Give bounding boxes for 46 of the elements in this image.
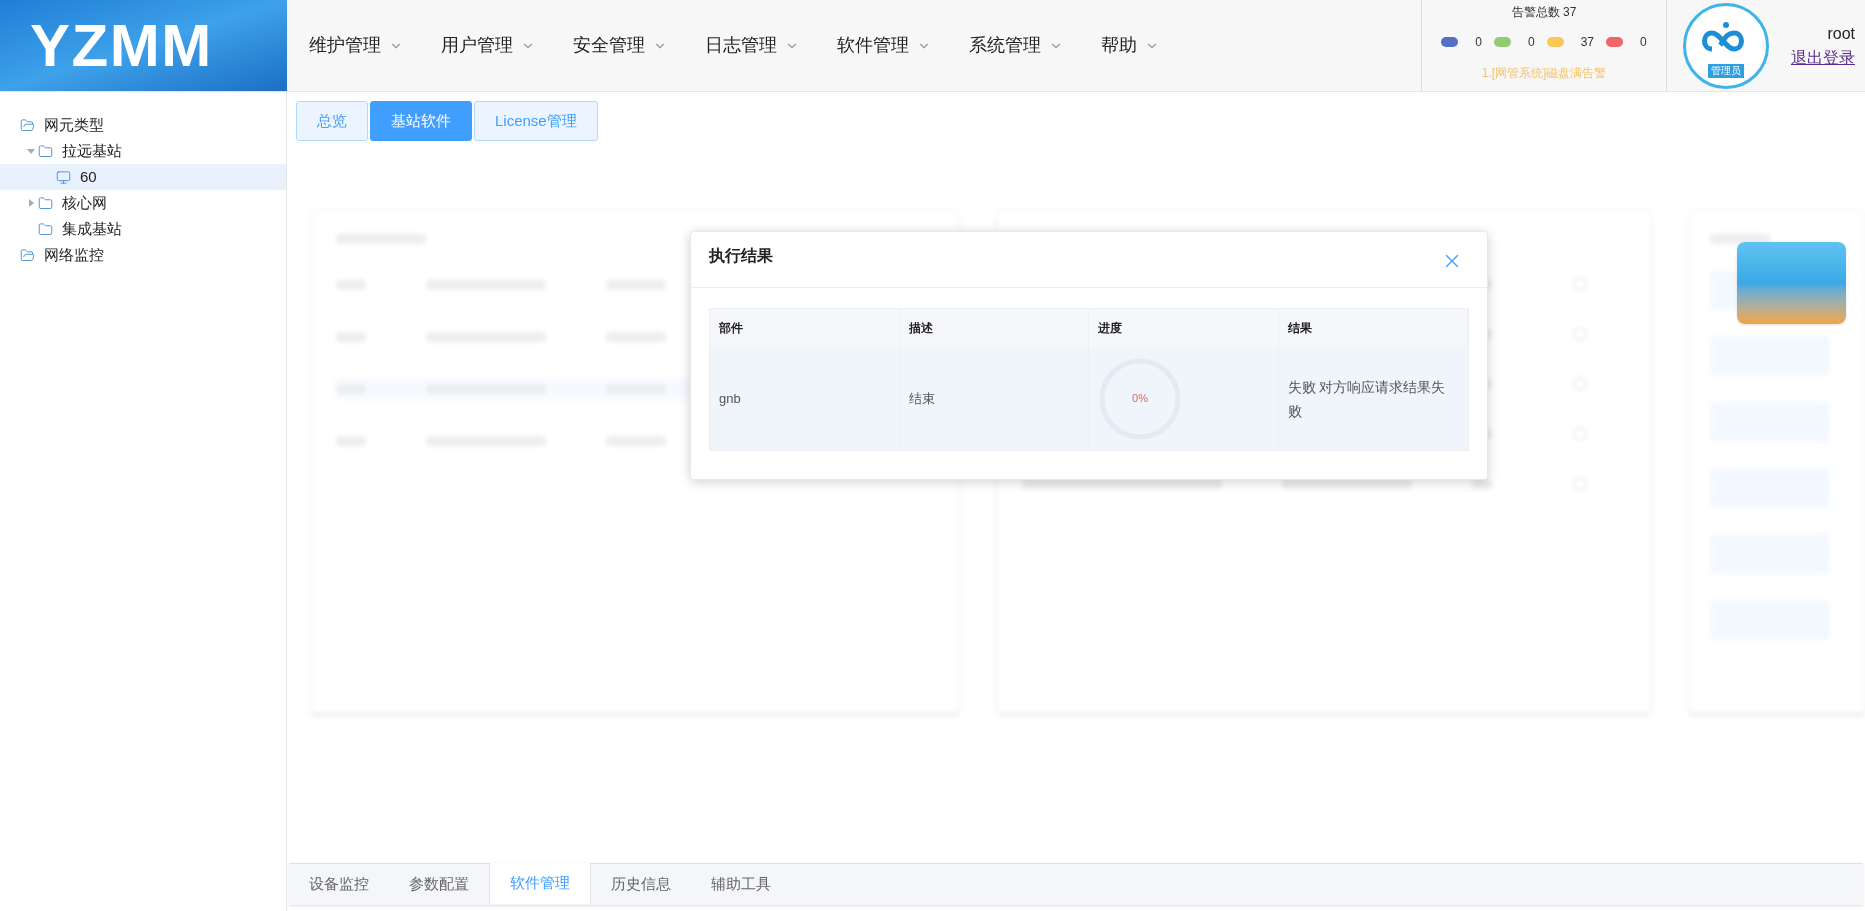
nav-menu[interactable]: 软件管理 bbox=[837, 32, 931, 59]
tree-item[interactable]: 网络监控 bbox=[0, 242, 286, 268]
nav-menu[interactable]: 用户管理 bbox=[441, 32, 535, 59]
column-header: 部件 bbox=[710, 309, 900, 347]
tree-item[interactable]: 60 bbox=[0, 164, 286, 190]
tree-item[interactable]: 拉远基站 bbox=[0, 138, 286, 164]
bottom-tab[interactable]: 辅助工具 bbox=[691, 864, 791, 905]
tree-label: 集成基站 bbox=[62, 218, 122, 239]
tree-item[interactable]: 集成基站 bbox=[0, 216, 286, 242]
alarm-total: 告警总数 37 bbox=[1511, 4, 1577, 21]
logo-text: YZMM bbox=[30, 15, 213, 76]
bottom-tab[interactable]: 设备监控 bbox=[289, 864, 389, 905]
logout-link[interactable]: 退出登录 bbox=[1791, 45, 1855, 70]
monitor-icon bbox=[56, 169, 71, 185]
dialog-title: 执行结果 bbox=[709, 246, 773, 266]
tree-label: 拉远基站 bbox=[62, 140, 122, 161]
nav-menu[interactable]: 帮助 bbox=[1101, 32, 1159, 59]
alarm-count: 0 bbox=[1475, 34, 1482, 51]
tree-label: 网元类型 bbox=[44, 114, 104, 135]
alarm-count: 0 bbox=[1527, 34, 1535, 51]
tree-label: 网络监控 bbox=[44, 244, 104, 265]
alarm-count: 0 bbox=[1640, 34, 1647, 51]
user-name: root bbox=[1827, 23, 1855, 44]
collapsed-caret-icon[interactable] bbox=[28, 199, 34, 207]
folder-icon bbox=[38, 221, 53, 237]
expanded-caret-icon[interactable] bbox=[27, 148, 35, 154]
alarm-count: 37 bbox=[1580, 34, 1594, 51]
folder-icon bbox=[20, 117, 35, 133]
bottom-tab[interactable]: 历史信息 bbox=[591, 864, 691, 905]
tree-label: 核心网 bbox=[62, 192, 107, 213]
folder-icon bbox=[38, 143, 53, 159]
nav-menu[interactable]: 系统管理 bbox=[969, 32, 1063, 59]
nav-menu[interactable]: 日志管理 bbox=[705, 32, 799, 59]
nav-menu[interactable]: 维护管理 bbox=[309, 32, 403, 59]
bottom-tab[interactable]: 参数配置 bbox=[389, 864, 489, 905]
column-header: 结果 bbox=[1278, 309, 1468, 347]
nav-menu[interactable]: 安全管理 bbox=[573, 32, 667, 59]
tree-label: 60 bbox=[80, 166, 97, 187]
progress-percent: 0% bbox=[1132, 391, 1148, 407]
column-header: 描述 bbox=[899, 309, 1089, 347]
column-header: 进度 bbox=[1089, 309, 1279, 347]
tree-item[interactable]: 核心网 bbox=[0, 190, 286, 216]
folder-icon bbox=[38, 195, 53, 211]
tree-item[interactable]: 网元类型 bbox=[0, 112, 286, 138]
folder-icon bbox=[20, 247, 35, 263]
admin-badge: 管理员 bbox=[1708, 63, 1744, 78]
